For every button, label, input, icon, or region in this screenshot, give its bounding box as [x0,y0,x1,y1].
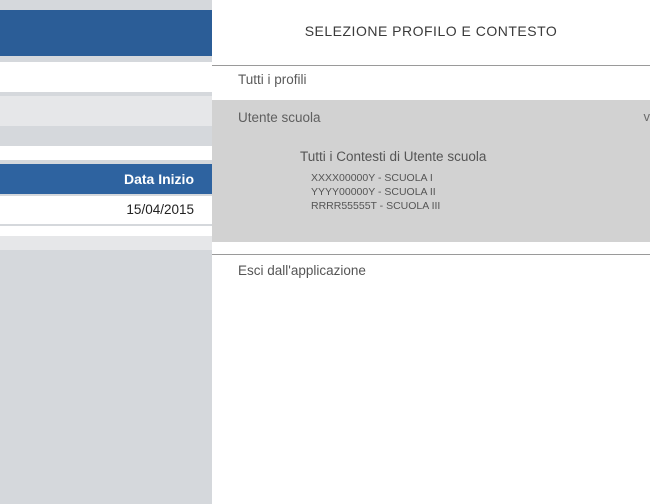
chevron-down-icon[interactable]: v [644,109,650,124]
all-profiles-link[interactable]: Tutti i profili [238,72,307,87]
background-page: Data Inizio 15/04/2015 [0,0,212,504]
page-band [0,146,212,160]
page-band [0,226,212,236]
context-item[interactable]: YYYY00000Y - SCUOLA II [311,186,436,198]
context-item[interactable]: RRRR55555T - SCUOLA III [311,200,440,212]
table-row[interactable]: 15/04/2015 [0,196,212,224]
page-band [0,236,212,250]
profile-context-panel: SELEZIONE PROFILO E CONTESTO Tutti i pro… [212,0,650,504]
page-band [0,96,212,126]
selected-profile-section: Utente scuola v Tutti i Contesti di Uten… [212,100,650,242]
exit-application-link[interactable]: Esci dall'applicazione [238,263,366,278]
table-header-data-inizio[interactable]: Data Inizio [0,164,212,194]
page-header-bar [0,10,212,56]
app-root: Data Inizio 15/04/2015 SELEZIONE PROFILO… [0,0,650,504]
profile-item-utente-scuola[interactable]: Utente scuola [238,110,321,125]
page-band [0,62,212,92]
divider [212,65,650,66]
divider [212,254,650,255]
context-item[interactable]: XXXX00000Y - SCUOLA I [311,172,433,184]
all-contexts-link[interactable]: Tutti i Contesti di Utente scuola [300,149,486,164]
panel-title: SELEZIONE PROFILO E CONTESTO [304,23,558,39]
